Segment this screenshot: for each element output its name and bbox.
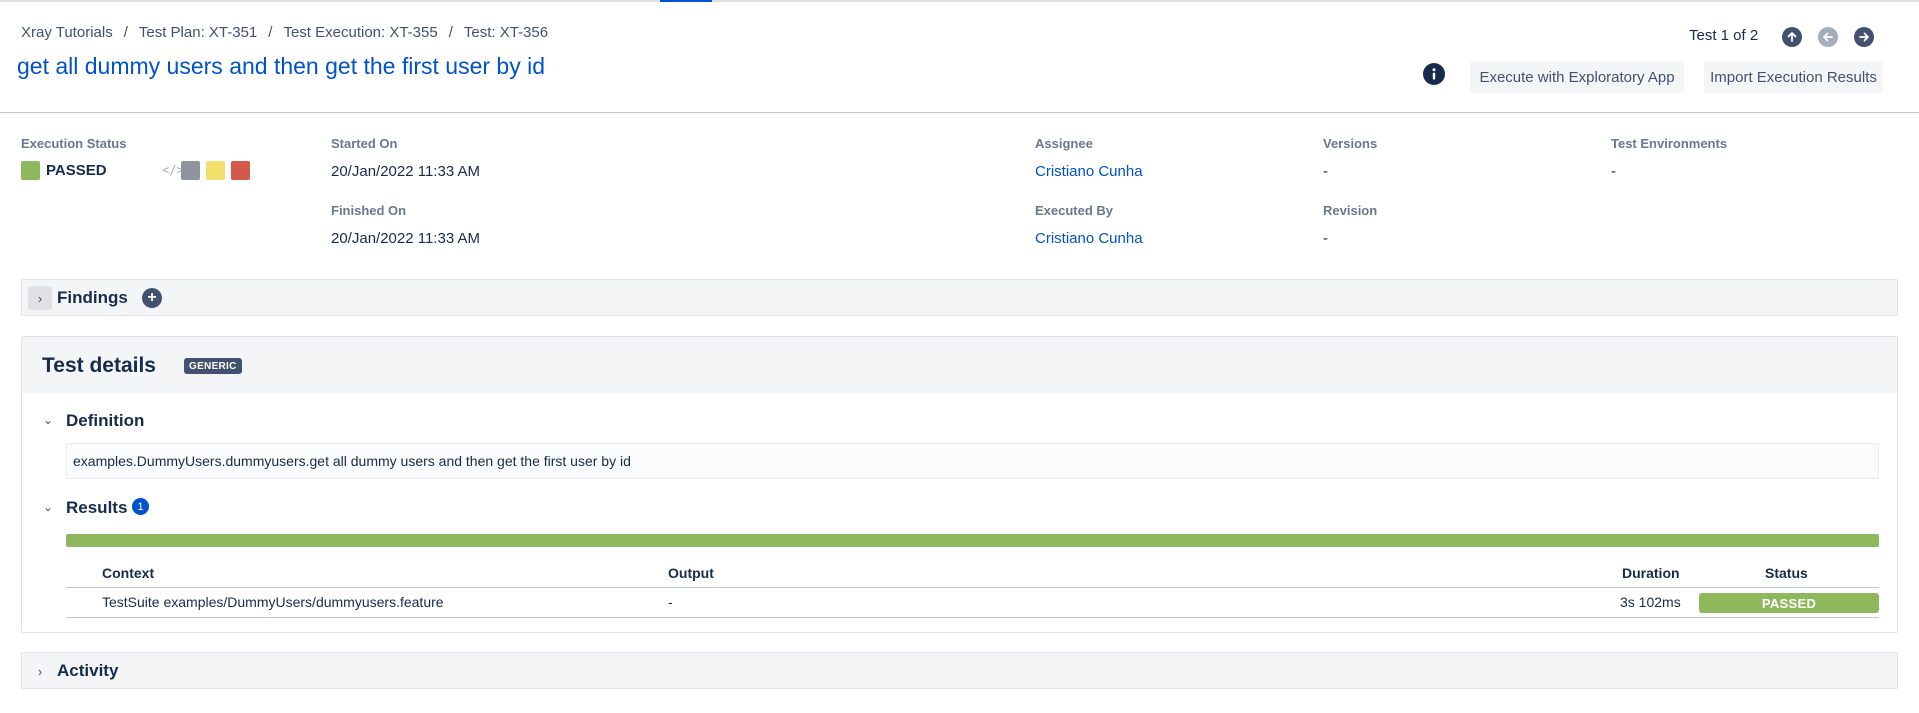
revision-label: Revision — [1323, 203, 1378, 218]
duration-column-header: Duration — [1622, 565, 1680, 581]
breadcrumb-test-execution[interactable]: Test Execution: XT-355 — [283, 24, 437, 41]
findings-panel: › Findings + — [21, 279, 1898, 316]
findings-expand-toggle[interactable]: › — [28, 286, 52, 310]
status-executing-swatch[interactable] — [206, 161, 225, 180]
execute-exploratory-button[interactable]: Execute with Exploratory App — [1470, 61, 1684, 93]
page-header: Xray Tutorials / Test Plan: XT-351 / Tes… — [0, 0, 1919, 113]
status-column-header: Status — [1765, 565, 1808, 581]
finished-on-value: 20/Jan/2022 11:33 AM — [331, 230, 481, 247]
result-context-cell[interactable]: TestSuite examples/DummyUsers/dummyusers… — [102, 594, 444, 610]
executed-by-label: Executed By — [1035, 203, 1114, 218]
activity-panel: › Activity — [21, 652, 1898, 689]
execution-status-value[interactable]: PASSED — [46, 162, 107, 179]
breadcrumb-separator: / — [268, 24, 273, 41]
breadcrumb-project[interactable]: Xray Tutorials — [21, 24, 113, 41]
result-output-cell: - — [668, 594, 673, 610]
breadcrumb-test-plan[interactable]: Test Plan: XT-351 — [139, 24, 257, 41]
test-type-badge: GENERIC — [184, 358, 242, 374]
add-finding-icon[interactable]: + — [142, 288, 162, 308]
activity-title[interactable]: Activity — [57, 661, 118, 681]
result-duration-cell: 3s 102ms — [1620, 594, 1681, 610]
versions-label: Versions — [1323, 136, 1378, 151]
result-status-badge: PASSED — [1699, 593, 1879, 613]
test-details-title: Test details — [42, 354, 156, 377]
test-environments-label: Test Environments — [1611, 136, 1728, 151]
executed-by-link[interactable]: Cristiano Cunha — [1035, 230, 1143, 247]
results-chevron-down-icon[interactable]: ⌄ — [43, 500, 53, 514]
test-environments-value: - — [1611, 163, 1616, 180]
output-column-header: Output — [668, 565, 714, 581]
started-on-value: 20/Jan/2022 11:33 AM — [331, 163, 481, 180]
page-title[interactable]: get all dummy users and then get the fir… — [17, 53, 545, 80]
started-on-label: Started On — [331, 136, 398, 151]
status-todo-swatch[interactable] — [181, 161, 200, 180]
pager-text: Test 1 of 2 — [1689, 27, 1759, 44]
definition-chevron-down-icon[interactable]: ⌄ — [43, 413, 53, 427]
table-header-divider — [66, 587, 1879, 588]
breadcrumb-test[interactable]: Test: XT-356 — [464, 24, 548, 41]
breadcrumb-separator: / — [448, 24, 453, 41]
table-row-divider — [66, 617, 1879, 618]
results-title[interactable]: Results — [66, 498, 127, 518]
finished-on-label: Finished On — [331, 203, 407, 218]
definition-title[interactable]: Definition — [66, 411, 144, 431]
revision-value: - — [1323, 230, 1328, 247]
versions-value: - — [1323, 163, 1328, 180]
status-color-square — [21, 161, 40, 180]
assignee-label: Assignee — [1035, 136, 1093, 151]
test-details-header: Test details GENERIC — [22, 337, 1897, 393]
arrow-left-icon[interactable] — [1818, 27, 1838, 47]
status-failed-swatch[interactable] — [231, 161, 250, 180]
findings-title[interactable]: Findings — [57, 288, 128, 308]
context-column-header: Context — [102, 565, 155, 581]
chevron-right-icon: › — [37, 290, 43, 306]
import-results-button[interactable]: Import Execution Results — [1704, 61, 1883, 93]
assignee-link[interactable]: Cristiano Cunha — [1035, 163, 1143, 180]
chevron-right-icon: › — [37, 663, 43, 679]
execution-status-label: Execution Status — [21, 136, 127, 151]
activity-expand-toggle[interactable]: › — [28, 659, 52, 683]
info-icon[interactable] — [1423, 63, 1445, 85]
breadcrumb: Xray Tutorials / Test Plan: XT-351 / Tes… — [21, 24, 548, 41]
breadcrumb-separator: / — [123, 24, 128, 41]
test-details-panel: Test details GENERIC ⌄ Definition exampl… — [21, 336, 1898, 633]
arrow-up-icon[interactable] — [1782, 27, 1802, 47]
arrow-right-icon[interactable] — [1854, 27, 1874, 47]
results-progress-bar — [66, 534, 1879, 547]
definition-box: examples.DummyUsers.dummyusers.get all d… — [66, 443, 1879, 479]
results-count-badge: 1 — [132, 498, 149, 515]
